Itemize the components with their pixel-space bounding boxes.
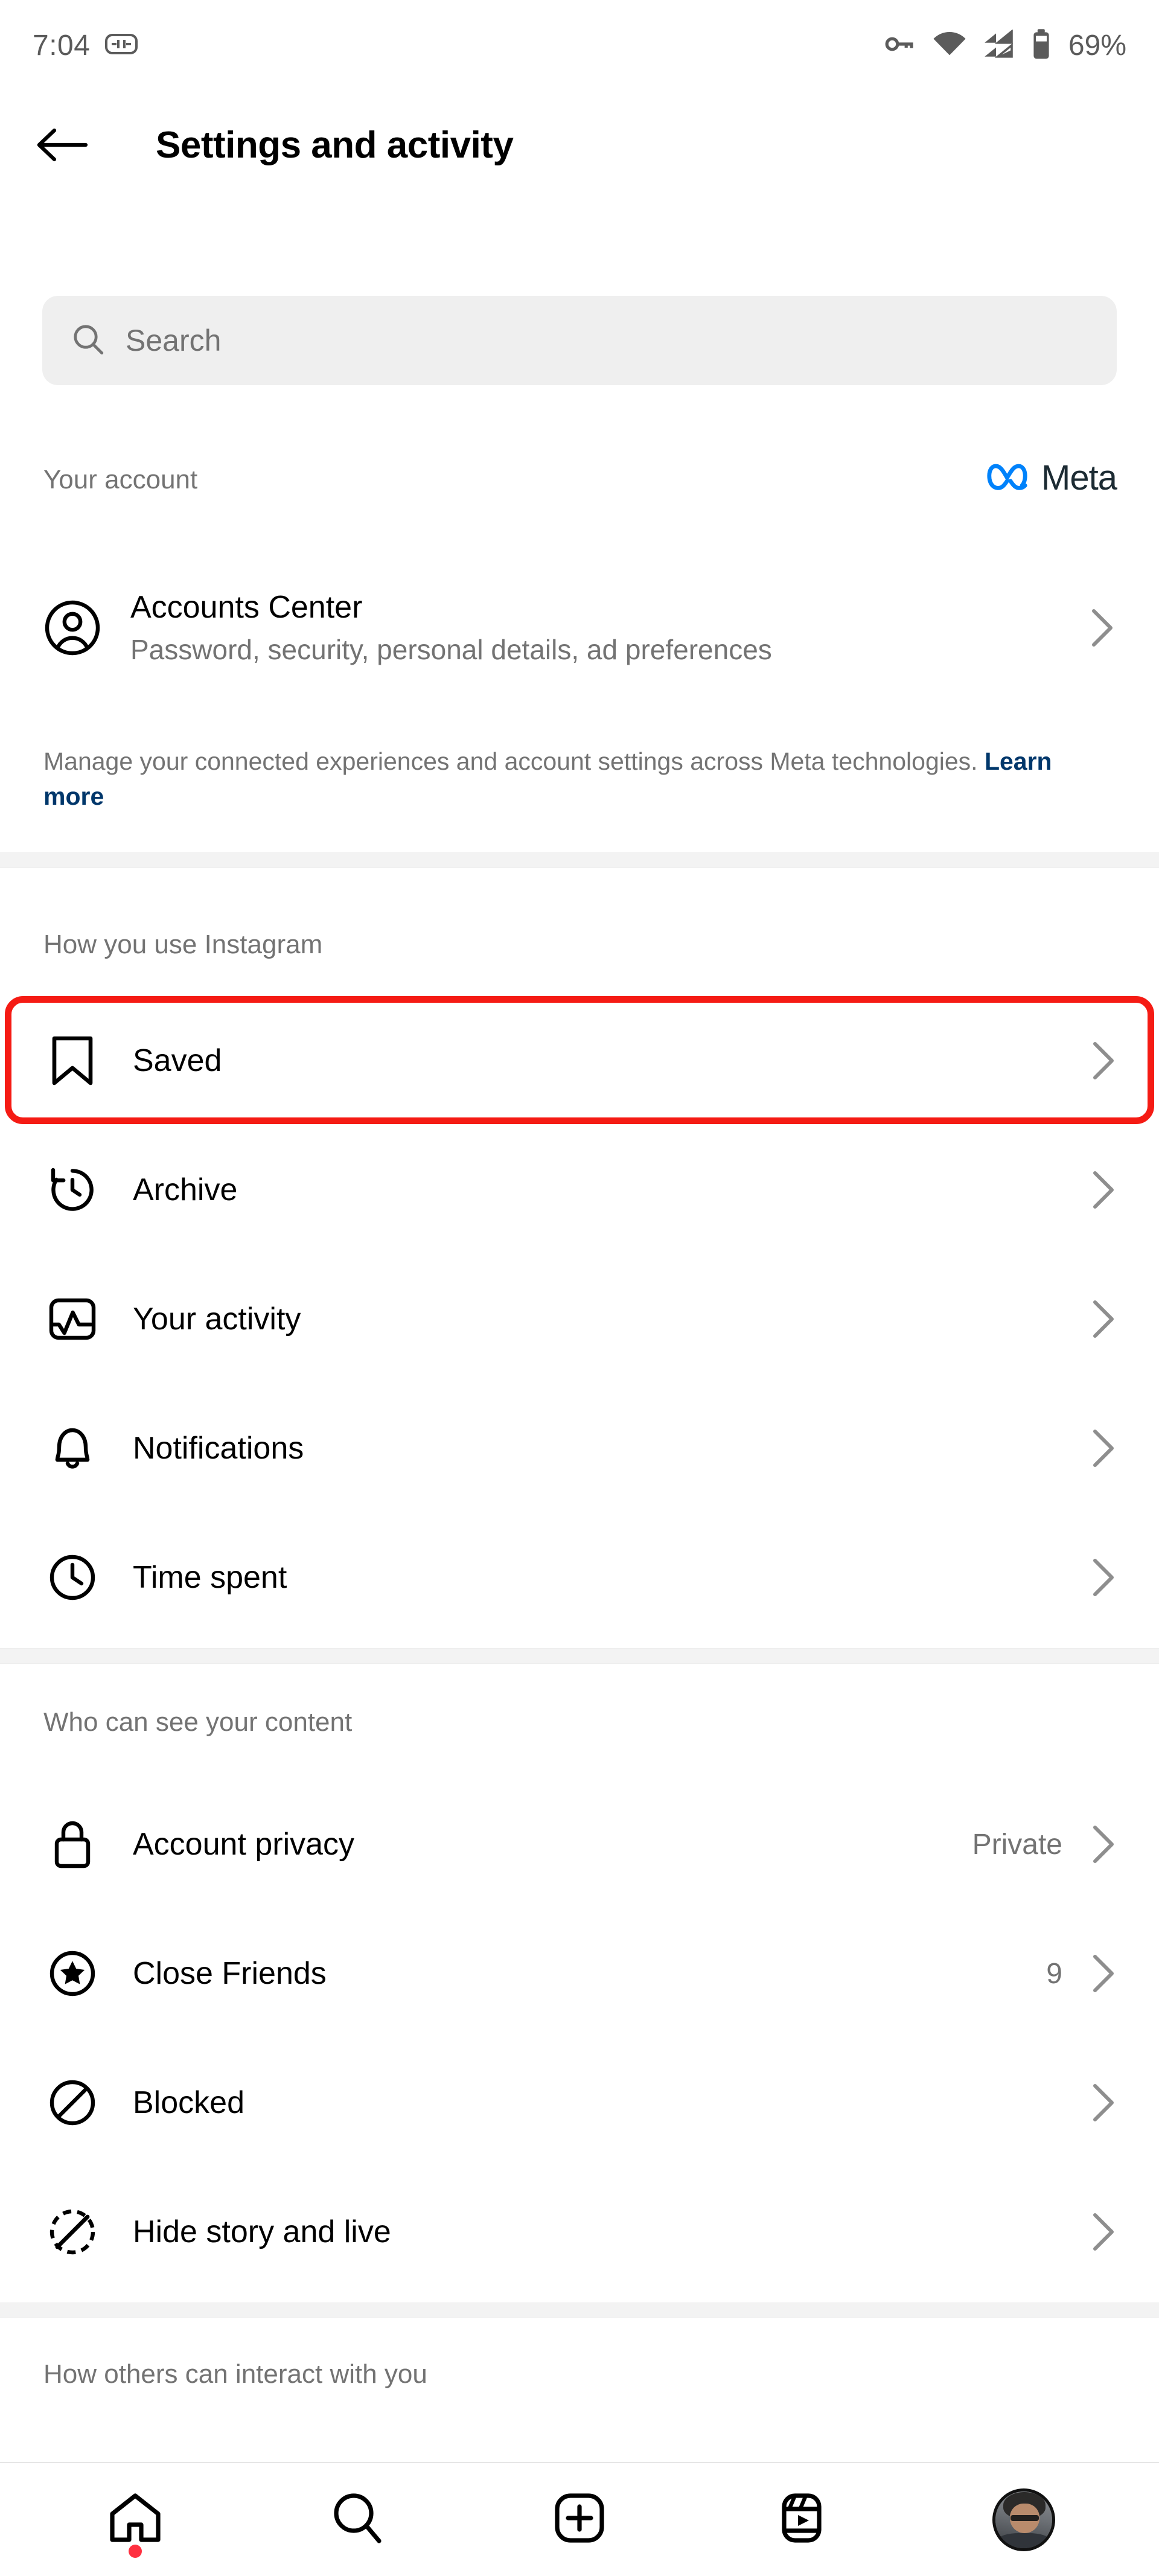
chevron-right-icon xyxy=(1081,1299,1117,1339)
search-icon xyxy=(328,2489,386,2550)
status-bar-left: 7:04 xyxy=(33,29,138,62)
chevron-right-icon xyxy=(1079,608,1116,648)
page-header: Settings and activity xyxy=(0,91,1159,199)
bell-icon xyxy=(41,1422,104,1475)
settings-row-saved[interactable]: Saved xyxy=(0,996,1159,1125)
meta-wordmark: Meta xyxy=(1041,458,1117,497)
settings-row-label: Archive xyxy=(133,1172,238,1207)
accounts-center-description-text: Manage your connected experiences and ac… xyxy=(43,747,985,775)
accounts-center-row[interactable]: Accounts Center Password, security, pers… xyxy=(0,561,1159,694)
status-bar-right: 69% xyxy=(884,28,1126,63)
chevron-right-icon xyxy=(1081,1558,1117,1597)
nav-reels-button[interactable] xyxy=(750,2481,853,2559)
settings-row-label: Account privacy xyxy=(133,1827,355,1862)
activity-chart-icon xyxy=(41,1294,104,1344)
section-divider xyxy=(0,2303,1159,2318)
home-icon xyxy=(106,2489,164,2550)
bottom-navigation-bar xyxy=(0,2463,1159,2576)
section-label-who-can-see-your-content: Who can see your content xyxy=(43,1707,353,1737)
section-divider xyxy=(0,852,1159,868)
chevron-right-icon xyxy=(1081,1041,1117,1081)
account-privacy-value: Private xyxy=(972,1828,1062,1861)
screen-record-icon xyxy=(104,32,138,59)
settings-row-label: Notifications xyxy=(133,1431,304,1466)
search-box[interactable]: Search xyxy=(42,296,1117,385)
chevron-right-icon xyxy=(1081,1170,1117,1210)
search-icon xyxy=(71,322,105,359)
nav-search-button[interactable] xyxy=(306,2481,409,2559)
chevron-right-icon xyxy=(1081,1824,1117,1864)
settings-row-close-friends[interactable]: Close Friends 9 xyxy=(0,1909,1159,2038)
meta-infinity-icon xyxy=(987,461,1034,495)
battery-percent: 69% xyxy=(1068,29,1126,62)
settings-row-label: Close Friends xyxy=(133,1956,327,1991)
home-notification-dot xyxy=(129,2544,142,2558)
profile-avatar xyxy=(992,2488,1055,2551)
bookmark-icon xyxy=(41,1035,104,1087)
chevron-right-icon xyxy=(1081,1954,1117,1993)
nav-profile-button[interactable] xyxy=(972,2481,1075,2559)
archive-clock-icon xyxy=(41,1165,104,1215)
create-icon xyxy=(551,2489,608,2550)
lock-icon xyxy=(41,1818,104,1870)
settings-row-label: Saved xyxy=(133,1043,222,1078)
meta-logo: Meta xyxy=(987,458,1117,498)
settings-row-label: Hide story and live xyxy=(133,2214,391,2249)
instagram-settings-screen: 7:04 69% Settings and activity Search Yo… xyxy=(0,0,1159,2576)
accounts-center-text: Accounts Center Password, security, pers… xyxy=(104,588,1079,668)
settings-row-label: Your activity xyxy=(133,1302,301,1337)
accounts-center-description: Manage your connected experiences and ac… xyxy=(43,744,1094,814)
search-input[interactable]: Search xyxy=(126,323,221,358)
search-bar[interactable]: Search xyxy=(42,296,1117,385)
chevron-right-icon xyxy=(1081,1428,1117,1468)
section-label-how-others-can-interact-with-you: How others can interact with you xyxy=(43,2359,427,2389)
settings-row-hide-story-and-live[interactable]: Hide story and live xyxy=(0,2167,1159,2296)
block-icon xyxy=(41,2077,104,2128)
settings-row-time-spent[interactable]: Time spent xyxy=(0,1513,1159,1642)
back-button[interactable] xyxy=(35,118,89,172)
cellular-signal-icon xyxy=(983,28,1015,62)
battery-icon xyxy=(1031,28,1052,63)
hide-story-icon xyxy=(41,2207,104,2257)
settings-row-account-privacy[interactable]: Account privacy Private xyxy=(0,1780,1159,1909)
settings-row-notifications[interactable]: Notifications xyxy=(0,1384,1159,1513)
wifi-icon xyxy=(932,30,967,62)
section-divider xyxy=(0,1648,1159,1664)
chevron-right-icon xyxy=(1081,2083,1117,2123)
settings-row-label: Time spent xyxy=(133,1560,287,1595)
status-bar-clock: 7:04 xyxy=(33,29,91,62)
settings-row-archive[interactable]: Archive xyxy=(0,1125,1159,1254)
reels-icon xyxy=(773,2489,831,2550)
accounts-center-subtitle: Password, security, personal details, ad… xyxy=(130,633,772,665)
page-title: Settings and activity xyxy=(156,124,514,166)
section-label-how-you-use-instagram: How you use Instagram xyxy=(43,930,323,959)
section-label-your-account: Your account xyxy=(43,465,198,494)
accounts-center-title: Accounts Center xyxy=(130,589,363,625)
settings-row-label: Blocked xyxy=(133,2085,244,2120)
nav-home-button[interactable] xyxy=(84,2481,187,2559)
clock-icon xyxy=(41,1552,104,1603)
settings-row-blocked[interactable]: Blocked xyxy=(0,2038,1159,2167)
close-friends-count: 9 xyxy=(1046,1957,1062,1990)
vpn-key-icon xyxy=(884,30,916,62)
nav-create-button[interactable] xyxy=(528,2481,631,2559)
account-circle-icon xyxy=(41,600,104,656)
chevron-right-icon xyxy=(1081,2212,1117,2252)
star-circle-icon xyxy=(41,1948,104,1999)
settings-row-your-activity[interactable]: Your activity xyxy=(0,1254,1159,1384)
status-bar: 7:04 69% xyxy=(0,0,1159,91)
